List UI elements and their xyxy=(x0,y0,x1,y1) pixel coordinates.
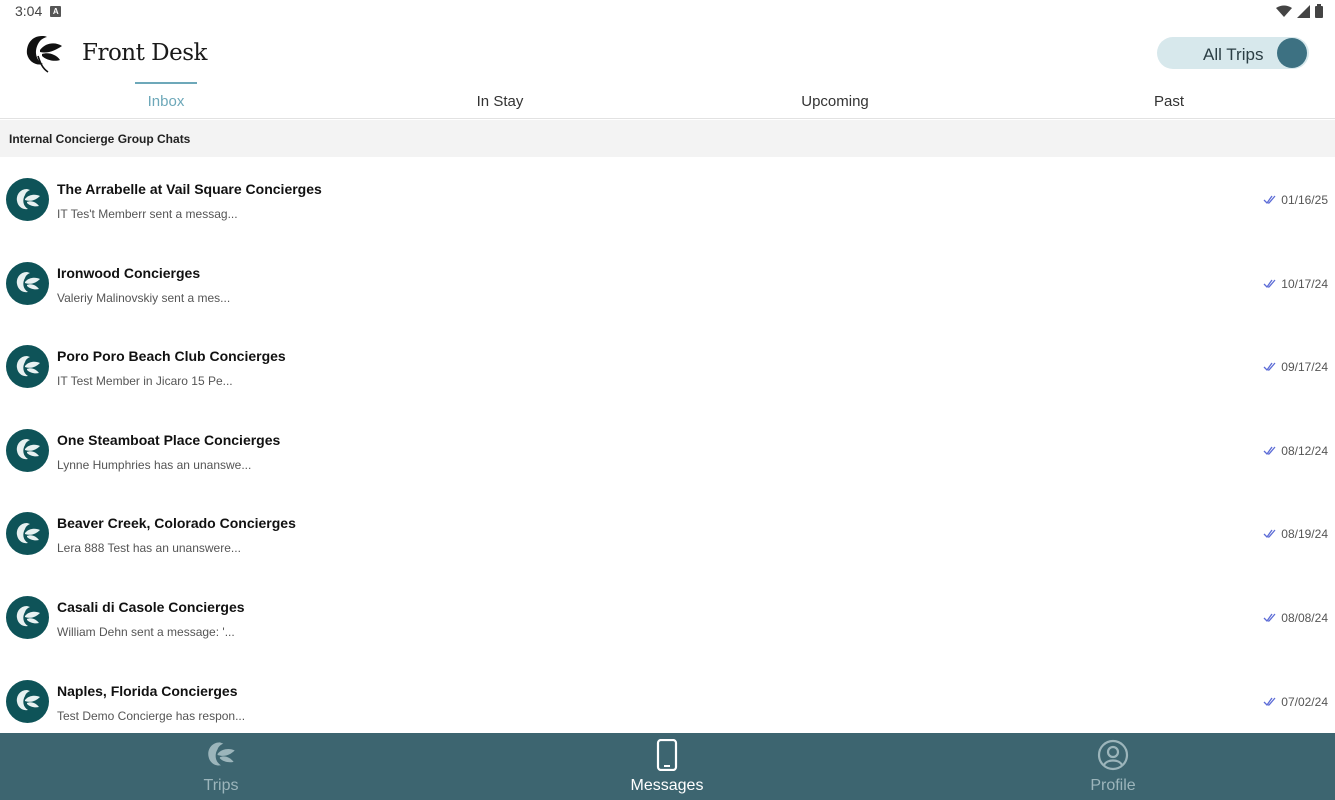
chat-meta: 08/08/24 xyxy=(1263,611,1328,625)
chat-row[interactable]: Poro Poro Beach Club Concierges IT Test … xyxy=(0,324,1335,408)
status-right xyxy=(1276,4,1323,18)
leaf-icon xyxy=(16,690,40,711)
chat-title: Poro Poro Beach Club Concierges xyxy=(57,348,286,365)
chat-title: One Steamboat Place Concierges xyxy=(57,431,281,448)
leaf-icon xyxy=(16,355,40,376)
chat-meta: 08/12/24 xyxy=(1263,444,1328,458)
chat-row[interactable]: Casali di Casole Concierges William Dehn… xyxy=(0,575,1335,659)
leaf-icon xyxy=(16,188,40,209)
chat-preview: Valeriy Malinovskiy sent a mes... xyxy=(57,290,231,305)
chat-row[interactable]: Ironwood Concierges Valeriy Malinovskiy … xyxy=(0,241,1335,325)
tab-label: Past xyxy=(1153,93,1184,110)
chat-list: The Arrabelle at Vail Square Concierges … xyxy=(0,157,1335,742)
chat-preview: Lera 888 Test has an unanswere... xyxy=(57,541,241,556)
chat-date: 09/17/24 xyxy=(1281,360,1328,375)
chat-preview: IT Tes't Memberr sent a messag... xyxy=(57,207,238,221)
profile-icon xyxy=(1096,738,1130,772)
avatar xyxy=(6,679,49,723)
chat-row[interactable]: One Steamboat Place Concierges Lynne Hum… xyxy=(0,408,1335,492)
leaf-logo-icon xyxy=(26,36,62,73)
tab-bar: Inbox In Stay Upcoming Past xyxy=(0,82,1335,119)
phone-icon xyxy=(650,738,684,772)
all-trips-label: All Trips xyxy=(1203,45,1264,64)
chat-date: 08/19/24 xyxy=(1281,527,1328,542)
chat-row[interactable]: Naples, Florida Concierges Test Demo Con… xyxy=(0,659,1335,743)
chat-meta: 09/17/24 xyxy=(1263,360,1328,374)
nav-label: Messages xyxy=(630,777,704,794)
leaf-icon xyxy=(16,272,40,293)
chat-title: The Arrabelle at Vail Square Concierges xyxy=(57,181,322,197)
tab-past[interactable]: Past xyxy=(1039,82,1299,119)
chat-meta: 10/17/24 xyxy=(1263,277,1328,291)
avatar xyxy=(6,261,49,305)
chat-date: 07/02/24 xyxy=(1281,694,1328,709)
double-check-icon xyxy=(1263,195,1276,205)
chat-meta: 07/02/24 xyxy=(1263,695,1328,709)
chat-row[interactable]: The Arrabelle at Vail Square Concierges … xyxy=(0,157,1335,241)
a-notification-icon: A xyxy=(50,5,62,17)
double-check-icon xyxy=(1263,446,1276,455)
status-bar: 3:04 A xyxy=(0,0,1335,22)
bottom-nav: Trips Messages Profile xyxy=(0,733,1335,800)
avatar xyxy=(6,428,49,472)
leaf-icon xyxy=(16,522,40,544)
tab-label: Upcoming xyxy=(801,93,869,110)
chat-title: Ironwood Concierges xyxy=(57,264,201,281)
double-check-icon xyxy=(1263,613,1276,622)
double-check-icon xyxy=(1263,529,1276,539)
chat-date: 10/17/24 xyxy=(1281,276,1328,291)
signal-icon xyxy=(1297,4,1310,18)
section-header: Internal Concierge Group Chats xyxy=(0,120,1335,157)
avatar xyxy=(6,345,49,389)
wifi-icon xyxy=(1276,5,1292,17)
status-time: 3:04 xyxy=(15,3,43,19)
chat-preview: Test Demo Concierge has respon... xyxy=(57,708,246,723)
chat-preview: Lynne Humphries has an unanswe... xyxy=(57,457,252,472)
avatar xyxy=(6,178,49,221)
nav-label: Trips xyxy=(203,777,239,794)
chat-title: Naples, Florida Concierges xyxy=(57,682,238,699)
nav-trips[interactable]: Trips xyxy=(121,733,321,800)
double-check-icon xyxy=(1263,362,1276,372)
double-check-icon xyxy=(1263,697,1276,706)
avatar xyxy=(6,595,49,639)
chat-title: Beaver Creek, Colorado Concierges xyxy=(57,515,296,532)
tab-upcoming[interactable]: Upcoming xyxy=(705,82,965,119)
chat-date: 08/08/24 xyxy=(1281,610,1328,625)
status-left: 3:04 A xyxy=(15,3,62,19)
tab-in-stay[interactable]: In Stay xyxy=(370,82,630,119)
chat-row[interactable]: Beaver Creek, Colorado Concierges Lera 8… xyxy=(0,491,1335,575)
tab-active-indicator xyxy=(135,82,197,84)
chat-meta: 01/16/25 xyxy=(1263,193,1328,207)
chat-preview: IT Test Member in Jicaro 15 Pe... xyxy=(57,374,233,389)
chat-date: 08/12/24 xyxy=(1281,443,1328,458)
leaf-icon xyxy=(16,439,40,460)
chat-preview: William Dehn sent a message: '... xyxy=(57,624,235,639)
tab-label: In Stay xyxy=(476,93,524,110)
double-check-icon xyxy=(1263,279,1276,288)
nav-profile[interactable]: Profile xyxy=(1013,733,1213,800)
battery-icon xyxy=(1315,4,1323,18)
toggle-knob xyxy=(1277,38,1307,68)
avatar xyxy=(6,512,49,556)
chat-title: Casali di Casole Concierges xyxy=(57,598,245,615)
tab-label: Inbox xyxy=(147,93,185,110)
nav-label: Profile xyxy=(1090,777,1136,794)
chat-date: 01/16/25 xyxy=(1281,193,1328,207)
leaf-icon xyxy=(16,606,40,627)
app-header: Front Desk All Trips xyxy=(0,22,1335,82)
leaf-icon xyxy=(204,738,238,772)
chat-meta: 08/19/24 xyxy=(1263,527,1328,541)
tab-inbox[interactable]: Inbox xyxy=(36,82,296,119)
brand-name: Front Desk xyxy=(82,40,207,66)
all-trips-toggle[interactable]: All Trips xyxy=(1157,37,1309,69)
nav-messages[interactable]: Messages xyxy=(567,733,767,800)
